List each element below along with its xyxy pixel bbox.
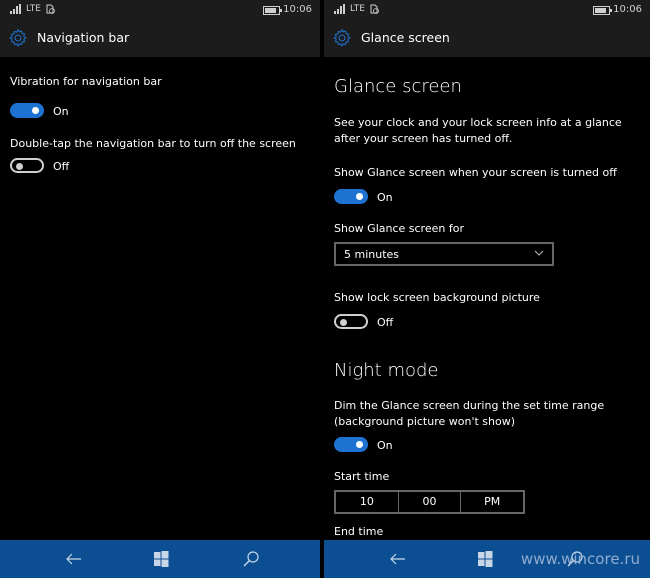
bg-picture-state: Off xyxy=(377,316,394,329)
start-period[interactable]: PM xyxy=(461,492,523,512)
show-for-dropdown[interactable]: 5 minutes xyxy=(334,242,554,266)
navigation-bar xyxy=(0,540,320,578)
double-tap-label: Double-tap the navigation bar to turn of… xyxy=(10,137,296,150)
end-time-label: End time xyxy=(334,525,384,538)
status-bar: LTE 10:06 xyxy=(0,0,320,20)
back-icon[interactable] xyxy=(64,549,84,569)
toggle-knob xyxy=(16,162,23,170)
vibration-label: Vibration for navigation bar xyxy=(10,75,162,88)
clock: 10:06 xyxy=(613,4,642,15)
start-hour[interactable]: 10 xyxy=(336,492,399,512)
gear-icon xyxy=(333,28,351,47)
bg-picture-toggle[interactable] xyxy=(334,314,368,329)
page-title: Glance screen xyxy=(361,30,450,45)
show-for-label: Show Glance screen for xyxy=(334,222,464,235)
settings-content: Glance screen See your clock and your lo… xyxy=(324,57,650,540)
watermark: www.wincore.ru xyxy=(520,550,640,568)
page-header: Navigation bar xyxy=(0,20,320,57)
toggle-knob xyxy=(340,318,347,326)
battery-icon xyxy=(593,6,612,15)
status-bar: LTE 10:06 xyxy=(324,0,650,20)
signal-icon xyxy=(334,4,345,14)
battery-icon xyxy=(263,6,282,15)
glance-description: See your clock and your lock screen info… xyxy=(334,116,622,145)
night-mode-description: Dim the Glance screen during the set tim… xyxy=(334,399,605,428)
navigation-bar: www.wincore.ru xyxy=(324,540,650,578)
toggle-knob xyxy=(356,193,363,200)
show-for-value: 5 minutes xyxy=(344,248,400,261)
night-mode-title: Night mode xyxy=(334,360,439,381)
back-icon[interactable] xyxy=(388,549,408,569)
windows-start-icon[interactable] xyxy=(151,549,171,569)
settings-content: Vibration for navigation bar On Double-t… xyxy=(0,57,320,540)
vibration-state: On xyxy=(53,105,69,118)
clock: 10:06 xyxy=(283,4,312,15)
double-tap-state: Off xyxy=(53,160,70,173)
glance-section-title: Glance screen xyxy=(334,76,462,97)
vibration-toggle[interactable] xyxy=(10,103,44,118)
show-glance-label: Show Glance screen when your screen is t… xyxy=(334,166,617,179)
glance-screen-settings-panel: LTE 10:06 Glance screen Glance screen Se… xyxy=(324,0,650,578)
no-sim-icon xyxy=(370,4,379,14)
network-type: LTE xyxy=(350,4,365,14)
start-time-picker[interactable]: 10 00 PM xyxy=(334,490,525,514)
bg-picture-label: Show lock screen background picture xyxy=(334,291,540,304)
show-glance-state: On xyxy=(377,191,393,204)
toggle-knob xyxy=(32,107,39,114)
windows-start-icon[interactable] xyxy=(475,549,495,569)
signal-icon xyxy=(10,4,21,14)
start-minute[interactable]: 00 xyxy=(399,492,462,512)
gear-icon xyxy=(9,28,27,47)
page-header: Glance screen xyxy=(324,20,650,57)
show-glance-toggle[interactable] xyxy=(334,189,368,204)
night-mode-toggle[interactable] xyxy=(334,437,368,452)
no-sim-icon xyxy=(46,4,55,14)
night-mode-state: On xyxy=(377,439,393,452)
chevron-down-icon xyxy=(534,250,544,256)
toggle-knob xyxy=(356,441,363,448)
double-tap-toggle[interactable] xyxy=(10,158,44,173)
page-title: Navigation bar xyxy=(37,30,130,45)
navigation-bar-settings-panel: LTE 10:06 Navigation bar Vibration for n… xyxy=(0,0,320,578)
search-icon[interactable] xyxy=(241,549,261,569)
network-type: LTE xyxy=(26,4,41,14)
start-time-label: Start time xyxy=(334,470,390,483)
